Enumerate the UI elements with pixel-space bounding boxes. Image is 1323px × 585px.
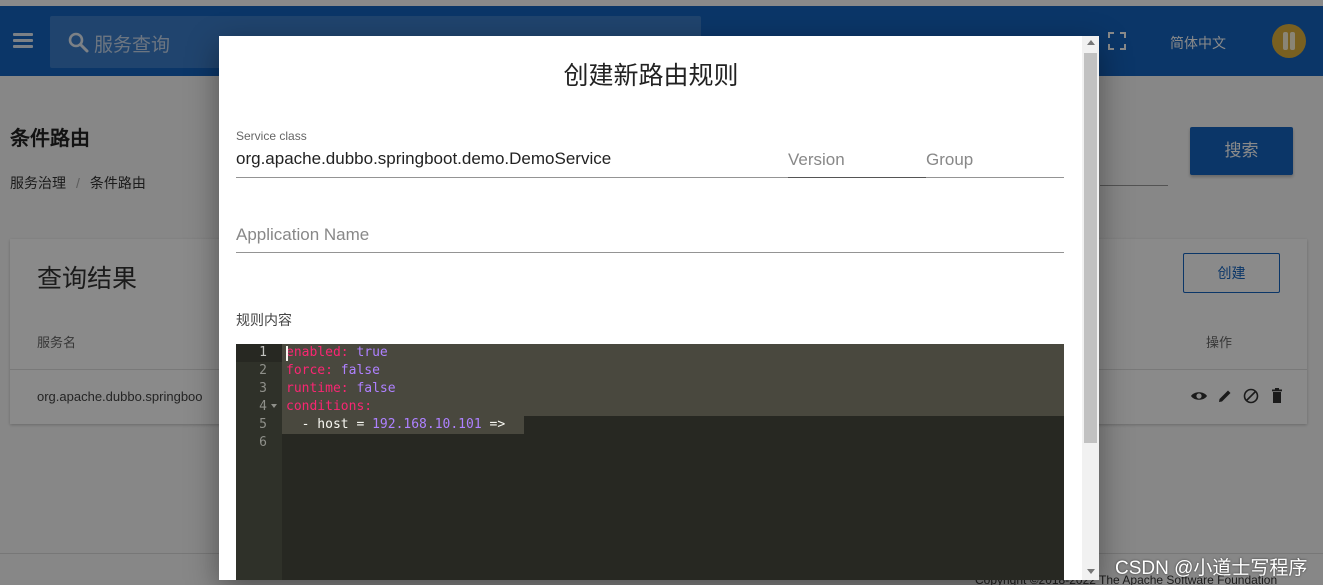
line-number: 3 [259, 381, 267, 396]
line-number: 1 [236, 344, 282, 362]
rule-content-label: 规则内容 [236, 312, 292, 328]
scroll-up-icon[interactable] [1087, 40, 1095, 45]
group-underline [926, 177, 1064, 178]
fold-arrow-icon[interactable] [271, 404, 277, 408]
editor-gutter: 1 2 3 4 5 6 [236, 344, 282, 580]
code-line: force: false [286, 363, 380, 378]
create-route-rule-dialog: 创建新路由规则 Service class org.apache.dubbo.s… [219, 36, 1099, 580]
watermark: CSDN @小道士写程序 [1115, 558, 1308, 579]
code-line: conditions: [286, 399, 373, 414]
version-underline [788, 177, 926, 178]
version-input[interactable]: Version [788, 150, 845, 170]
application-name-underline [236, 252, 1064, 253]
text-selection [282, 344, 1064, 416]
service-class-underline [236, 177, 788, 178]
code-line: enabled: true [286, 345, 388, 360]
line-number: 4 [259, 399, 267, 414]
line-number: 2 [259, 363, 267, 378]
code-line: - host = 192.168.10.101 => [286, 417, 506, 432]
line-number: 5 [259, 417, 267, 432]
group-input[interactable]: Group [926, 150, 973, 170]
dialog-scrollbar[interactable] [1082, 36, 1099, 580]
application-name-input[interactable]: Application Name [236, 225, 369, 245]
dialog-title: 创建新路由规则 [563, 62, 739, 90]
scroll-down-icon[interactable] [1087, 569, 1095, 574]
service-class-input[interactable]: org.apache.dubbo.springboot.demo.DemoSer… [236, 149, 611, 169]
text-cursor [286, 346, 288, 361]
rule-code-editor[interactable]: 1 2 3 4 5 6 enabled: true force: false r… [236, 344, 1064, 580]
line-number: 6 [259, 435, 267, 450]
code-line: runtime: false [286, 381, 396, 396]
service-class-label: Service class [236, 129, 307, 143]
scroll-thumb[interactable] [1084, 53, 1097, 443]
